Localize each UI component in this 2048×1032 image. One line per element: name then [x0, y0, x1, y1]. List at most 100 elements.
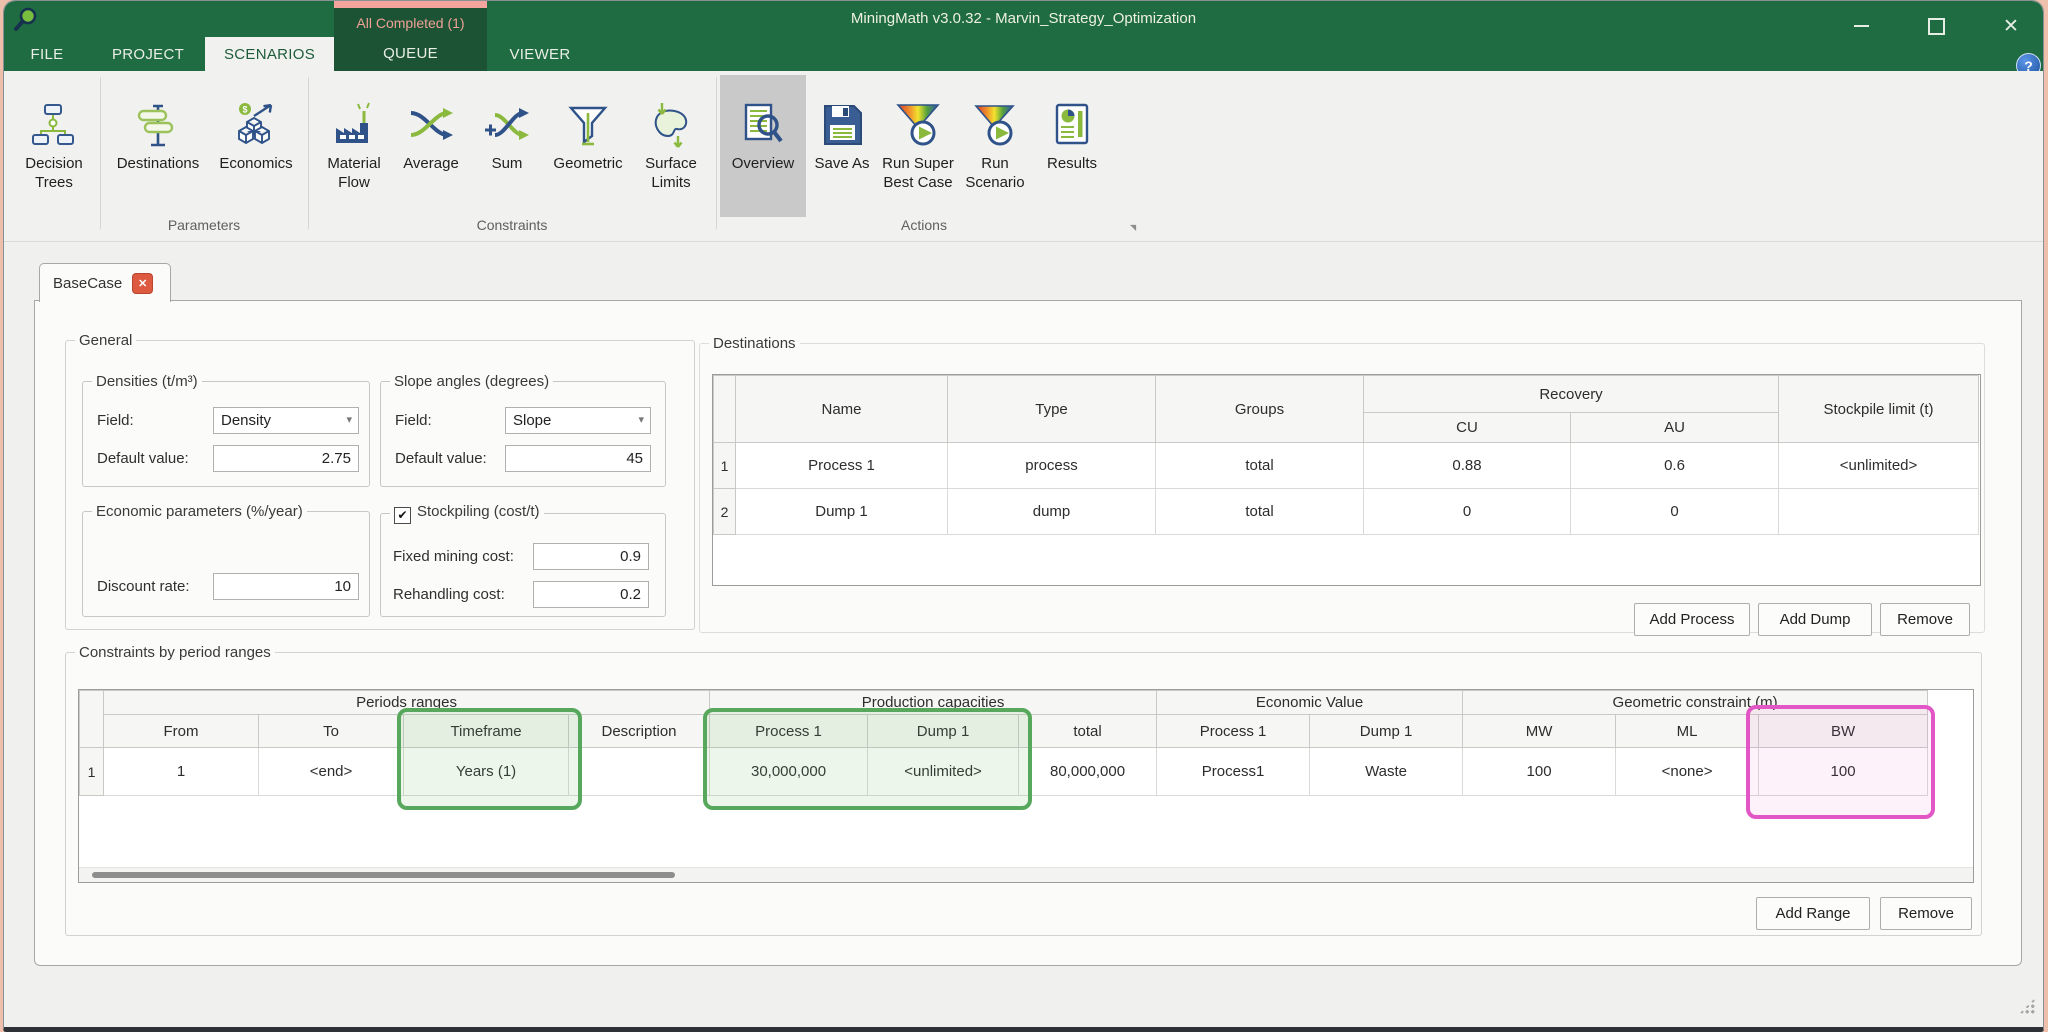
slope-field-select[interactable]: Slope ▾ — [505, 407, 651, 434]
ribbon-button-save-as[interactable]: Save As — [810, 75, 874, 217]
cell-au[interactable]: 0.6 — [1571, 443, 1779, 489]
ribbon-button-destinations[interactable]: Destinations — [110, 75, 206, 217]
cell-from[interactable]: 1 — [104, 748, 259, 796]
fixed-mining-cost-input[interactable]: 0.9 — [533, 543, 649, 570]
menu-tab-viewer[interactable]: VIEWER — [500, 37, 580, 71]
cell-to[interactable]: <end> — [259, 748, 404, 796]
stockpiling-checkbox[interactable]: ✔ — [394, 507, 411, 524]
minimize-button[interactable] — [1839, 13, 1883, 39]
cell-ev-process1[interactable]: Process1 — [1157, 748, 1310, 796]
slope-default-input[interactable]: 45 — [505, 445, 651, 472]
cell-ml[interactable]: <none> — [1616, 748, 1759, 796]
close-button[interactable]: ✕ — [1989, 13, 2033, 39]
run-super-best-case-icon — [894, 75, 942, 149]
ribbon-button-decision-trees[interactable]: Decision Trees — [16, 75, 92, 217]
cell-timeframe[interactable]: Years (1) — [404, 748, 569, 796]
cell-total[interactable]: 80,000,000 — [1019, 748, 1157, 796]
remove-destination-button[interactable]: Remove — [1880, 603, 1970, 636]
ribbon-button-run-scenario[interactable]: Run Scenario — [960, 75, 1030, 217]
constraints-group-label: Constraints by period ranges — [75, 644, 275, 661]
queue-progress-bar — [334, 1, 487, 8]
title-bar: MiningMath v3.0.32 - Marvin_Strategy_Opt… — [4, 1, 2043, 71]
ribbon-button-material-flow[interactable]: Material Flow — [314, 75, 394, 217]
col-cu: CU — [1364, 413, 1571, 443]
cell-stockpile[interactable] — [1779, 489, 1979, 535]
ribbon-button-overview[interactable]: Overview — [720, 75, 806, 217]
general-group: General Densities (t/m³) Field: Density … — [65, 332, 695, 630]
cell-groups[interactable]: total — [1156, 443, 1364, 489]
col-ev-dump1: Dump 1 — [1310, 715, 1463, 748]
economics-icon: $ — [232, 75, 280, 149]
add-dump-button[interactable]: Add Dump — [1758, 603, 1872, 636]
cell-au[interactable]: 0 — [1571, 489, 1779, 535]
cell-mw[interactable]: 100 — [1463, 748, 1616, 796]
resize-grip[interactable] — [2019, 998, 2035, 1014]
cell-process1[interactable]: 30,000,000 — [710, 748, 868, 796]
group-production-capacities: Production capacities — [710, 691, 1157, 715]
col-to: To — [259, 715, 404, 748]
ribbon-button-average[interactable]: Average — [396, 75, 466, 217]
row-number: 2 — [714, 489, 736, 535]
scenario-tab[interactable]: BaseCase ✕ — [39, 263, 171, 302]
stockpiling-group-label: ✔Stockpiling (cost/t) — [390, 503, 544, 524]
constraints-table: Periods ranges Production capacities Eco… — [78, 689, 1974, 883]
scrollbar-thumb[interactable] — [92, 872, 675, 878]
menu-tab-scenarios[interactable]: SCENARIOS — [205, 37, 334, 71]
cell-ev-dump1[interactable]: Waste — [1310, 748, 1463, 796]
ribbon-button-results[interactable]: Results — [1038, 75, 1106, 217]
cell-cu[interactable]: 0 — [1364, 489, 1571, 535]
average-icon — [407, 75, 455, 149]
ribbon-button-sum[interactable]: Sum — [472, 75, 542, 217]
dialog-launcher-icon[interactable]: ◥ — [1130, 223, 1136, 232]
horizontal-scrollbar[interactable] — [79, 867, 1973, 882]
maximize-button[interactable] — [1914, 13, 1958, 39]
cell-description[interactable] — [569, 748, 710, 796]
cell-type[interactable]: dump — [948, 489, 1156, 535]
remove-range-button[interactable]: Remove — [1880, 897, 1972, 930]
menu-tab-queue[interactable]: QUEUE — [334, 45, 487, 62]
cell-stockpile[interactable]: <unlimited> — [1779, 443, 1979, 489]
rehandling-cost-input[interactable]: 0.2 — [533, 581, 649, 608]
cell-cu[interactable]: 0.88 — [1364, 443, 1571, 489]
add-range-button[interactable]: Add Range — [1756, 897, 1870, 930]
col-bw: BW — [1759, 715, 1928, 748]
discount-rate-input[interactable]: 10 — [213, 573, 359, 600]
ribbon-button-economics[interactable]: $ Economics — [212, 75, 300, 217]
checkmark-icon: ✔ — [397, 508, 407, 522]
save-as-icon — [818, 75, 866, 149]
cell-dump1[interactable]: <unlimited> — [868, 748, 1019, 796]
cell-name[interactable]: Process 1 — [736, 443, 948, 489]
cell-type[interactable]: process — [948, 443, 1156, 489]
ribbon-button-run-super-best-case[interactable]: Run Super Best Case — [876, 75, 960, 217]
queue-status: All Completed (1) — [334, 15, 487, 31]
col-from: From — [104, 715, 259, 748]
menu-tab-project[interactable]: PROJECT — [92, 37, 204, 71]
run-scenario-icon — [971, 75, 1019, 149]
add-process-button[interactable]: Add Process — [1634, 603, 1750, 636]
density-default-label: Default value: — [97, 448, 189, 470]
menu-tab-file[interactable]: FILE — [22, 37, 72, 71]
group-economic-value: Economic Value — [1157, 691, 1463, 715]
cell-name[interactable]: Dump 1 — [736, 489, 948, 535]
ribbon-group-label-constraints: Constraints — [316, 217, 708, 237]
col-name: Name — [736, 376, 948, 443]
surface-limits-icon — [647, 75, 695, 149]
tab-close-button[interactable]: ✕ — [132, 273, 153, 294]
col-stockpile-limit: Stockpile limit (t) — [1779, 376, 1979, 443]
col-recovery: Recovery — [1364, 376, 1779, 413]
ribbon-button-surface-limits[interactable]: Surface Limits — [632, 75, 710, 217]
cell-bw[interactable]: 100 — [1759, 748, 1928, 796]
density-default-input[interactable]: 2.75 — [213, 445, 359, 472]
ribbon-button-geometric[interactable]: Geometric — [546, 75, 630, 217]
minimize-icon — [1854, 25, 1869, 27]
geometric-icon — [564, 75, 612, 149]
maximize-icon — [1928, 18, 1945, 35]
scenario-tab-label: BaseCase — [53, 275, 122, 292]
col-description: Description — [569, 715, 710, 748]
material-flow-icon — [330, 75, 378, 149]
close-icon: ✕ — [2003, 15, 2019, 38]
scenario-panel: General Densities (t/m³) Field: Density … — [34, 300, 2022, 966]
density-field-select[interactable]: Density ▾ — [213, 407, 359, 434]
col-dump1: Dump 1 — [868, 715, 1019, 748]
cell-groups[interactable]: total — [1156, 489, 1364, 535]
